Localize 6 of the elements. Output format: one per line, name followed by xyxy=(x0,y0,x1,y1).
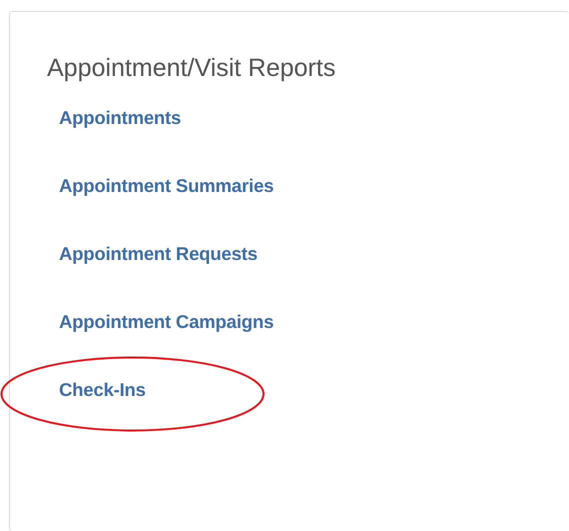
panel-title: Appointment/Visit Reports xyxy=(47,53,337,84)
report-link[interactable]: Appointment Summaries xyxy=(59,174,274,198)
report-link[interactable]: Appointment Requests xyxy=(59,242,258,266)
report-link[interactable]: Appointments xyxy=(59,106,181,130)
report-link[interactable]: Appointment Campaigns xyxy=(59,310,274,334)
report-link[interactable]: Check-Ins xyxy=(59,378,146,402)
